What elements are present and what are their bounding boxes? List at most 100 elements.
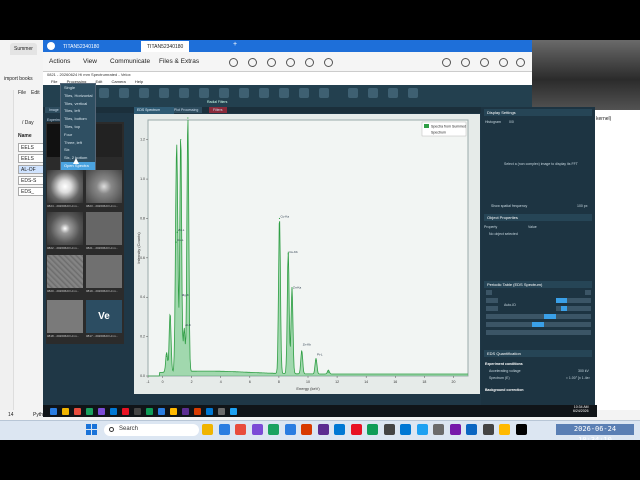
dropdown-item[interactable]: Single	[61, 84, 95, 92]
menu-files-extras[interactable]: Files & Extras	[159, 58, 199, 65]
remote-taskbar-app-icon[interactable]	[122, 408, 129, 415]
bg-import-label[interactable]: import books	[4, 76, 33, 82]
tool-icon[interactable]	[199, 88, 209, 98]
periodic-table-header[interactable]: Periodic Table (EDS Spectrum)	[484, 281, 592, 288]
display-settings-header[interactable]: Display Settings	[484, 109, 592, 116]
taskbar-app-icon[interactable]	[400, 424, 411, 435]
tool-icon[interactable]	[408, 88, 418, 98]
home-icon[interactable]	[229, 58, 238, 67]
remote-taskbar-app-icon[interactable]	[146, 408, 153, 415]
remote-taskbar-app-icon[interactable]	[134, 408, 141, 415]
tool-icon[interactable]	[259, 88, 269, 98]
remote-taskbar-app-icon[interactable]	[50, 408, 57, 415]
bg-file-item[interactable]: EELS	[18, 143, 44, 152]
spectrum-value[interactable]: ≈ 1.00° [x 1.4e²	[566, 376, 590, 380]
menu-actions[interactable]: Actions	[49, 58, 70, 65]
tool-icon[interactable]	[219, 88, 229, 98]
bg-path[interactable]: / Day	[22, 120, 34, 126]
taskbar-app-icon[interactable]	[301, 424, 312, 435]
periodic-element[interactable]	[584, 298, 591, 303]
tool-icon[interactable]	[179, 88, 189, 98]
app-tab[interactable]: Filters	[209, 107, 227, 113]
dropdown-item[interactable]: Tiles, bottom	[61, 115, 95, 123]
thumbnail[interactable]	[86, 170, 122, 203]
remote-taskbar-app-icon[interactable]	[218, 408, 225, 415]
dropdown-item[interactable]: Six	[61, 146, 95, 154]
tool-icon[interactable]	[239, 88, 249, 98]
taskbar-app-icon[interactable]	[284, 424, 296, 435]
thumbnail[interactable]	[47, 300, 83, 333]
app-menu-camera[interactable]: Camera	[112, 79, 126, 84]
taskbar-app-icon[interactable]	[268, 424, 279, 435]
thumbnail[interactable]	[47, 212, 83, 245]
windows-start-icon[interactable]	[86, 424, 97, 435]
periodic-element[interactable]	[584, 306, 591, 311]
dropdown-item[interactable]: Tiles, vertical	[61, 100, 95, 108]
chat-icon[interactable]	[442, 58, 451, 67]
tool-icon[interactable]	[139, 88, 149, 98]
bg-file-item[interactable]: AL-OF	[18, 165, 44, 174]
dropdown-item[interactable]: Tiles, Horizontal	[61, 92, 95, 100]
dropdown-item[interactable]: Tiles, top	[61, 123, 95, 131]
taskbar-app-icon[interactable]	[466, 424, 477, 435]
spatial-frequency-value[interactable]: 100 px	[577, 204, 588, 208]
remote-taskbar-app-icon[interactable]	[194, 408, 201, 415]
taskbar-app-icon[interactable]	[383, 424, 395, 435]
bg-menu-file[interactable]: File	[18, 90, 26, 96]
app-menu-edit[interactable]: Edit	[96, 79, 103, 84]
remote-taskbar-app-icon[interactable]	[170, 408, 177, 415]
taskbar-app-icon[interactable]	[482, 424, 494, 435]
object-properties-header[interactable]: Object Properties	[484, 214, 592, 221]
taskbar-app-icon[interactable]	[317, 424, 329, 435]
remote-taskbar-app-icon[interactable]	[62, 408, 69, 415]
taskbar-app-icon[interactable]	[235, 424, 246, 435]
periodic-element[interactable]	[584, 330, 591, 335]
bg-name-header[interactable]: Name	[18, 133, 32, 139]
tool-icon[interactable]	[99, 88, 109, 98]
app-menu-help[interactable]: Help	[135, 79, 143, 84]
refresh-icon[interactable]	[267, 58, 276, 67]
video-icon[interactable]	[480, 58, 489, 67]
more-icon[interactable]	[516, 58, 525, 67]
remote-tab-active[interactable]: TITAN52340180	[141, 41, 190, 52]
taskbar-app-icon[interactable]	[433, 424, 444, 435]
periodic-element[interactable]	[584, 322, 591, 327]
velox-thumbnail[interactable]: Ve	[86, 300, 122, 333]
tool-icon[interactable]	[119, 88, 129, 98]
tool-icon[interactable]	[159, 88, 169, 98]
tool-icon[interactable]	[279, 88, 289, 98]
auto-id-button[interactable]: Auto-ID	[504, 303, 516, 307]
dropdown-item[interactable]: Three, left	[61, 139, 95, 147]
periodic-element[interactable]	[491, 306, 498, 311]
taskbar-app-icon[interactable]	[416, 424, 428, 435]
thumbnail[interactable]	[47, 170, 83, 203]
tool-icon[interactable]	[299, 88, 309, 98]
monitor-icon[interactable]	[248, 58, 257, 67]
remote-taskbar-app-icon[interactable]	[98, 408, 105, 415]
taskbar-search[interactable]: Search	[104, 424, 199, 436]
taskbar-app-icon[interactable]	[334, 424, 345, 435]
app-tab[interactable]: Plot Processing	[170, 107, 203, 113]
remote-taskbar-app-icon[interactable]	[74, 408, 81, 415]
menu-view[interactable]: View	[83, 58, 97, 65]
settings-icon[interactable]	[324, 58, 333, 67]
dropdown-item[interactable]: Four	[61, 131, 95, 139]
taskbar-app-icon[interactable]	[449, 424, 461, 435]
app-menu-file[interactable]: File	[51, 79, 57, 84]
eds-quant-header[interactable]: EDS Quantification	[484, 350, 592, 357]
periodic-element[interactable]	[584, 314, 591, 319]
taskbar-app-icon[interactable]	[251, 424, 263, 435]
taskbar-app-icon[interactable]	[350, 424, 362, 435]
bg-tab[interactable]: Summer	[10, 43, 37, 55]
tool-icon[interactable]	[368, 88, 378, 98]
taskbar-app-icon[interactable]	[367, 424, 378, 435]
remote-taskbar-app-icon[interactable]	[158, 408, 165, 415]
share-icon[interactable]	[499, 58, 508, 67]
remote-taskbar-app-icon[interactable]	[206, 408, 213, 415]
remote-taskbar-app-icon[interactable]	[230, 408, 237, 415]
thumbnail[interactable]	[86, 212, 122, 245]
lock-icon[interactable]	[305, 58, 314, 67]
ctrl-alt-del-icon[interactable]	[286, 58, 295, 67]
remote-taskbar-app-icon[interactable]	[110, 408, 117, 415]
taskbar-app-icon[interactable]	[202, 424, 213, 435]
